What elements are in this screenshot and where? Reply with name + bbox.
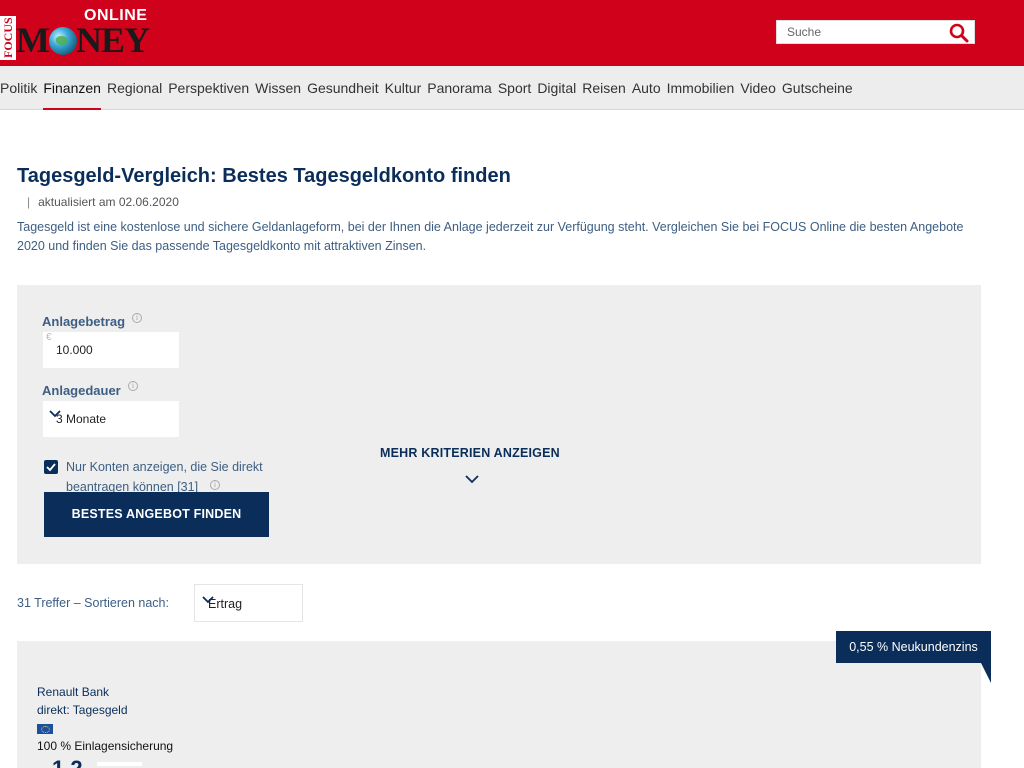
nav-item-perspektiven[interactable]: Perspektiven — [168, 66, 249, 110]
updated-text: aktualisiert am 02.06.2020 — [38, 195, 179, 209]
bank-name: Renault Bank direkt: Tagesgeld — [37, 683, 128, 719]
sort-value: Ertrag — [208, 597, 243, 611]
results-summary: 31 Treffer – Sortieren nach: — [17, 596, 169, 610]
nav-item-immobilien[interactable]: Immobilien — [667, 66, 735, 110]
search-input[interactable] — [777, 21, 945, 43]
amount-input[interactable]: € 10.000 — [43, 332, 179, 368]
more-criteria-link[interactable]: MEHR KRITERIEN ANZEIGEN — [380, 446, 560, 460]
direct-apply-text: Nur Konten anzeigen, die Sie direkt bean… — [66, 460, 263, 494]
nav-item-kultur[interactable]: Kultur — [385, 66, 422, 110]
euro-icon: € — [46, 332, 52, 343]
duration-select[interactable]: 3 Monate — [43, 401, 179, 437]
eu-flag-icon — [37, 724, 53, 734]
nav-item-sport[interactable]: Sport — [498, 66, 531, 110]
info-icon[interactable]: i — [128, 381, 138, 391]
direct-apply-checkbox[interactable] — [44, 460, 58, 474]
nav-item-video[interactable]: Video — [740, 66, 776, 110]
nav-item-gesundheit[interactable]: Gesundheit — [307, 66, 379, 110]
main-navigation: Politik Finanzen Regional Perspektiven Wisse… — [0, 66, 1024, 110]
rating-value: 1,2 — [52, 756, 83, 768]
deposit-protection: 100 % Einlagensicherung — [37, 739, 174, 753]
nav-item-finanzen[interactable]: Finanzen — [43, 66, 101, 110]
nav-item-digital[interactable]: Digital — [537, 66, 576, 110]
bank-name-line2: direkt: Tagesgeld — [37, 703, 128, 717]
search-icon[interactable] — [948, 23, 970, 43]
bank-name-line1: Renault Bank — [37, 685, 110, 699]
badge-fold — [981, 663, 991, 683]
nav-item-auto[interactable]: Auto — [632, 66, 661, 110]
comparison-form: Anlagebetrag i € 10.000 Anlagedauer i 3 … — [17, 285, 981, 564]
nav-item-politik[interactable]: Politik — [0, 66, 37, 110]
search-box — [776, 20, 975, 44]
find-best-offer-button[interactable]: BESTES ANGEBOT FINDEN — [44, 492, 269, 537]
sort-select[interactable]: Ertrag — [194, 584, 303, 622]
nav-item-regional[interactable]: Regional — [107, 66, 162, 110]
info-icon[interactable]: i — [132, 313, 142, 323]
info-icon[interactable]: i — [210, 480, 220, 490]
focus-money-logo[interactable]: FOCUS ONLINE MONEY — [0, 6, 160, 60]
nav-item-panorama[interactable]: Panorama — [427, 66, 492, 110]
chevron-down-icon[interactable] — [465, 471, 479, 489]
updated-date: | aktualisiert am 02.06.2020 — [27, 195, 179, 209]
nav-list: Politik Finanzen Regional Perspektiven Wisse… — [0, 66, 1024, 110]
logo-focus-text: FOCUS — [0, 16, 16, 60]
duration-label: Anlagedauer — [42, 383, 121, 398]
separator: | — [27, 195, 31, 209]
globe-icon — [49, 27, 77, 55]
amount-value: 10.000 — [56, 343, 93, 357]
rating-bar — [97, 762, 142, 766]
intro-text: Tagesgeld ist eine kostenlose und sicher… — [17, 220, 964, 253]
site-header: FOCUS ONLINE MONEY — [0, 0, 1024, 66]
direct-apply-label: Nur Konten anzeigen, die Sie direkt bean… — [66, 457, 296, 497]
duration-value: 3 Monate — [56, 412, 107, 426]
nav-item-gutscheine[interactable]: Gutscheine — [782, 66, 853, 110]
nav-item-reisen[interactable]: Reisen — [582, 66, 626, 110]
logo-money-text: MONEY — [16, 20, 150, 60]
page-title: Tagesgeld-Vergleich: Bestes Tagesgeldkon… — [17, 165, 511, 187]
nav-item-wissen[interactable]: Wissen — [255, 66, 301, 110]
new-customer-rate-badge: 0,55 % Neukundenzins — [836, 631, 991, 663]
amount-label: Anlagebetrag — [42, 314, 126, 329]
